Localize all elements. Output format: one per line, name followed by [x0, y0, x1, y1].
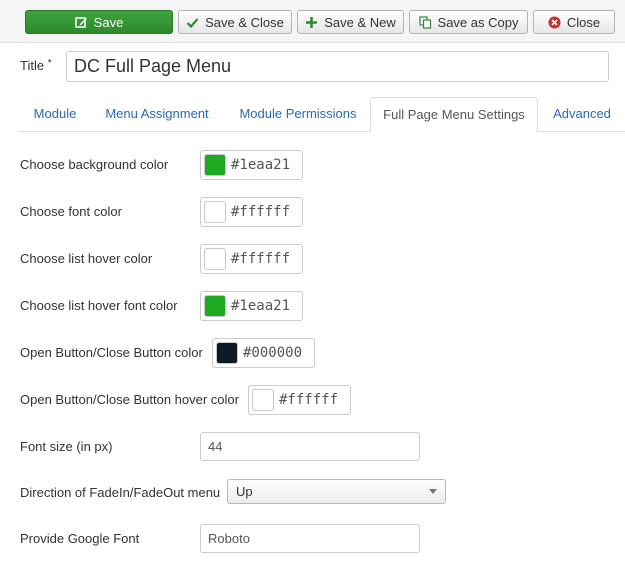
tab-module[interactable]: Module	[20, 97, 90, 132]
save-close-button[interactable]: Save & Close	[178, 10, 292, 34]
check-icon	[186, 16, 199, 29]
google-font-input[interactable]: Roboto	[200, 524, 420, 553]
hover-font-color-value: #1eaa21	[231, 298, 291, 314]
title-label: Title *	[20, 58, 52, 73]
save-close-label: Save & Close	[205, 14, 284, 30]
save-label: Save	[93, 14, 124, 30]
close-label: Close	[566, 14, 601, 30]
save-button[interactable]: Save	[25, 10, 173, 34]
tab-advanced[interactable]: Advanced	[542, 97, 622, 132]
font-color-field[interactable]: #ffffff	[200, 197, 303, 227]
hover-color-value: #ffffff	[231, 251, 291, 267]
bg-color-swatch[interactable]	[204, 154, 226, 176]
font-size-input[interactable]: 44	[200, 432, 420, 461]
title-label-text: Title	[20, 58, 45, 73]
hover-font-color-field[interactable]: #1eaa21	[200, 291, 303, 321]
font-color-value: #ffffff	[231, 204, 291, 220]
save-copy-button[interactable]: Save as Copy	[409, 10, 528, 34]
button-hover-color-label: Open Button/Close Button hover color	[20, 392, 239, 407]
google-font-label: Provide Google Font	[20, 531, 140, 546]
plus-icon	[305, 16, 318, 29]
tab-bar: Module Menu Assignment Module Permission…	[20, 97, 625, 133]
tab-full-page-menu-settings[interactable]: Full Page Menu Settings	[370, 97, 538, 133]
toolbar: Save Save & Close Save & New Save as Cop…	[0, 0, 625, 43]
bg-color-field[interactable]: #1eaa21	[200, 150, 303, 180]
bg-color-label: Choose background color	[20, 157, 169, 172]
direction-label: Direction of FadeIn/FadeOut menu	[20, 485, 221, 500]
button-color-swatch[interactable]	[216, 342, 238, 364]
title-input[interactable]: DC Full Page Menu	[66, 51, 609, 82]
hover-color-swatch[interactable]	[204, 248, 226, 270]
button-hover-color-swatch[interactable]	[252, 389, 274, 411]
button-hover-color-value: #ffffff	[279, 392, 339, 408]
button-color-value: #000000	[243, 345, 303, 361]
direction-value: Up	[236, 484, 253, 499]
save-new-button[interactable]: Save & New	[297, 10, 404, 34]
tab-menu-assignment[interactable]: Menu Assignment	[97, 97, 217, 132]
hover-color-field[interactable]: #ffffff	[200, 244, 303, 274]
font-size-label: Font size (in px)	[20, 439, 113, 454]
tab-module-permissions[interactable]: Module Permissions	[228, 97, 368, 132]
button-color-field[interactable]: #000000	[212, 338, 315, 368]
close-circle-icon	[548, 16, 561, 29]
direction-select[interactable]: Up	[227, 479, 446, 504]
edit-icon	[74, 16, 88, 29]
save-copy-label: Save as Copy	[437, 14, 519, 30]
chevron-down-icon	[429, 489, 437, 494]
hover-font-color-swatch[interactable]	[204, 295, 226, 317]
save-new-label: Save & New	[324, 14, 396, 30]
hover-font-color-label: Choose list hover font color	[20, 298, 178, 313]
required-mark: *	[47, 58, 52, 69]
copy-icon	[418, 15, 432, 29]
font-color-label: Choose font color	[20, 204, 122, 219]
bg-color-value: #1eaa21	[231, 157, 291, 173]
hover-color-label: Choose list hover color	[20, 251, 153, 266]
close-button[interactable]: Close	[533, 10, 615, 34]
button-color-label: Open Button/Close Button color	[20, 345, 203, 360]
font-color-swatch[interactable]	[204, 201, 226, 223]
button-hover-color-field[interactable]: #ffffff	[248, 385, 351, 415]
